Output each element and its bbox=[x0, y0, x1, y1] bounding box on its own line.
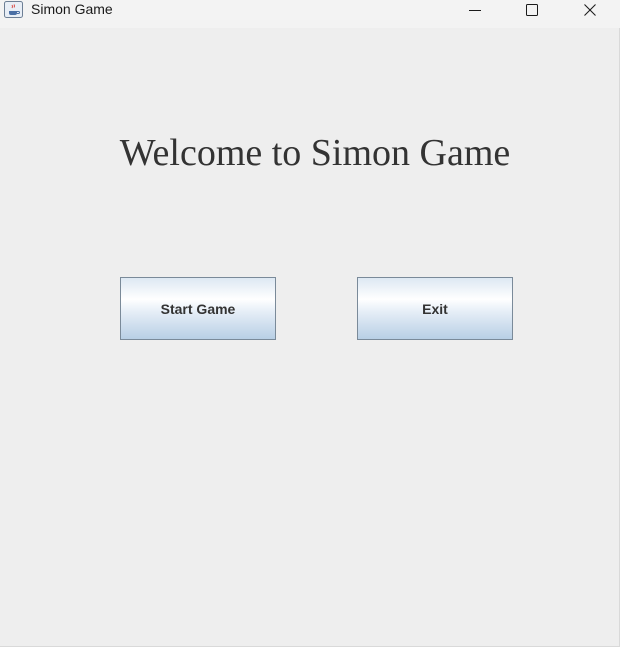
exit-button[interactable]: Exit bbox=[357, 277, 513, 340]
main-panel: Welcome to Simon Game Start Game Exit bbox=[0, 28, 620, 647]
maximize-icon bbox=[526, 4, 538, 16]
java-coffee-cup-icon bbox=[4, 1, 23, 18]
minimize-icon bbox=[469, 4, 481, 16]
simon-game-window: Simon Game Welcome to Simon Game Start G… bbox=[0, 0, 620, 647]
welcome-heading: Welcome to Simon Game bbox=[119, 132, 511, 174]
maximize-button[interactable] bbox=[504, 0, 560, 20]
window-title: Simon Game bbox=[31, 1, 113, 17]
title-bar[interactable]: Simon Game bbox=[0, 0, 620, 28]
start-game-button[interactable]: Start Game bbox=[120, 277, 276, 340]
close-icon bbox=[584, 4, 596, 16]
close-button[interactable] bbox=[562, 0, 618, 20]
minimize-button[interactable] bbox=[447, 0, 503, 20]
